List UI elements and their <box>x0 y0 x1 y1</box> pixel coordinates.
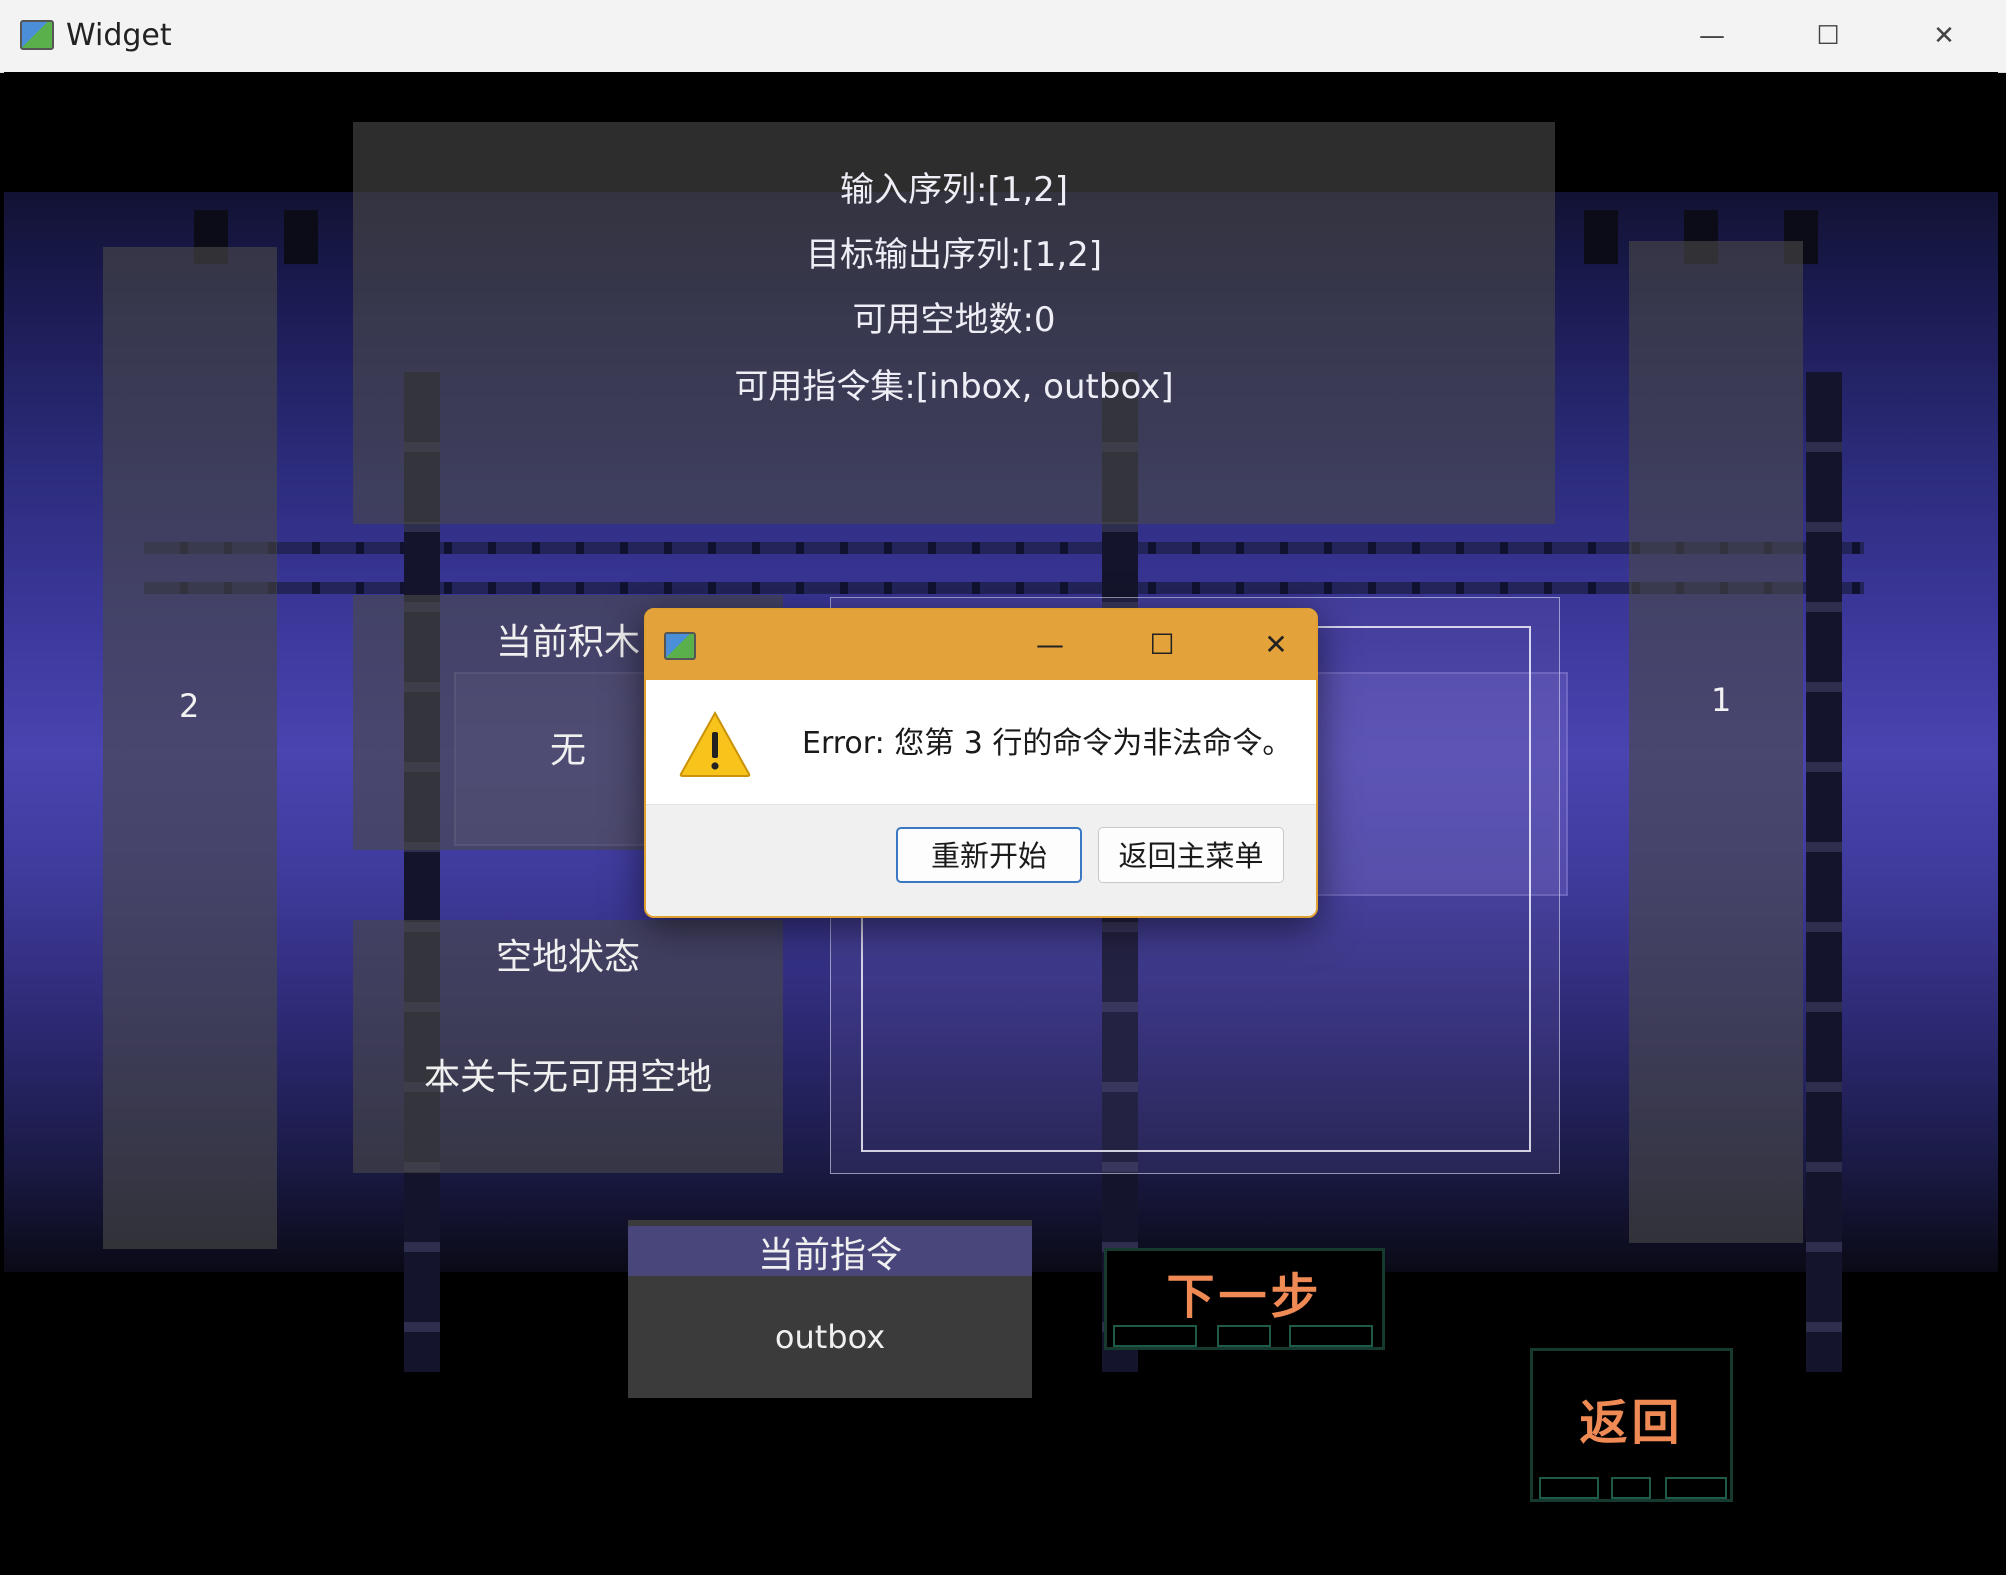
current-instruction-title: 当前指令 <box>628 1226 1032 1276</box>
button-foot <box>1113 1325 1197 1347</box>
restart-button[interactable]: 重新开始 <box>896 827 1082 883</box>
free-space-count-text: 可用空地数:0 <box>852 300 1056 340</box>
button-foot <box>1611 1477 1651 1499</box>
button-foot <box>1665 1477 1727 1499</box>
back-label: 返回 <box>1579 1395 1684 1451</box>
dialog-titlebar: — ☐ ✕ <box>646 610 1316 680</box>
background-rail <box>144 542 1864 554</box>
dialog-message: Error: 您第 3 行的命令为非法命令。 <box>802 726 1293 761</box>
dialog-app-icon <box>664 632 696 660</box>
error-dialog: — ☐ ✕ Error: 您第 3 行的命令为非法命令。 重新开始 返回主菜单 <box>644 608 1318 918</box>
app-window: Widget — ☐ ✕ 输入序列:[1,2] 目标输出序列:[1,2] 可用空… <box>0 0 2006 1575</box>
current-instruction-value: outbox <box>774 1318 886 1356</box>
instruction-set-text: 可用指令集:[inbox, outbox] <box>734 367 1174 407</box>
back-button[interactable]: 返回 <box>1530 1348 1733 1502</box>
button-foot <box>1217 1325 1271 1347</box>
dialog-footer: 重新开始 返回主菜单 <box>646 804 1316 916</box>
outbox-count: 1 <box>1711 681 1732 719</box>
inbox-remaining-count: 2 <box>179 687 200 725</box>
dialog-close-button[interactable]: ✕ <box>1248 623 1304 667</box>
wall-block <box>284 210 318 264</box>
dialog-body: Error: 您第 3 行的命令为非法命令。 <box>646 680 1316 804</box>
floor-status-title: 空地状态 <box>495 937 640 978</box>
dialog-minimize-button[interactable]: — <box>1022 623 1078 667</box>
warning-icon <box>679 710 751 777</box>
main-menu-button[interactable]: 返回主菜单 <box>1098 827 1284 883</box>
floor-status-value: 本关卡无可用空地 <box>423 1057 712 1098</box>
inbox-stack-panel: 2 <box>103 247 277 1249</box>
window-titlebar: Widget — ☐ ✕ <box>0 0 2006 73</box>
next-step-button[interactable]: 下一步 <box>1104 1248 1385 1350</box>
button-foot <box>1539 1477 1599 1499</box>
background-rail <box>144 582 1864 594</box>
window-title: Widget <box>66 18 172 53</box>
button-foot <box>1289 1325 1373 1347</box>
maximize-button[interactable]: ☐ <box>1798 14 1858 58</box>
wall-block <box>1584 210 1618 264</box>
close-button[interactable]: ✕ <box>1914 14 1974 58</box>
dialog-maximize-button[interactable]: ☐ <box>1134 623 1190 667</box>
floor-status-panel: 空地状态 本关卡无可用空地 <box>353 920 783 1173</box>
background-pillar <box>1806 372 1842 1372</box>
app-icon <box>20 20 54 50</box>
target-output-text: 目标输出序列:[1,2] <box>805 235 1103 275</box>
level-info-panel: 输入序列:[1,2] 目标输出序列:[1,2] 可用空地数:0 可用指令集:[i… <box>353 122 1555 524</box>
current-instruction-panel: 当前指令 outbox <box>628 1220 1032 1398</box>
next-step-label: 下一步 <box>1166 1269 1323 1325</box>
outbox-stack-panel: 1 <box>1629 241 1803 1243</box>
input-sequence-text: 输入序列:[1,2] <box>839 170 1069 210</box>
minimize-button[interactable]: — <box>1682 14 1742 58</box>
